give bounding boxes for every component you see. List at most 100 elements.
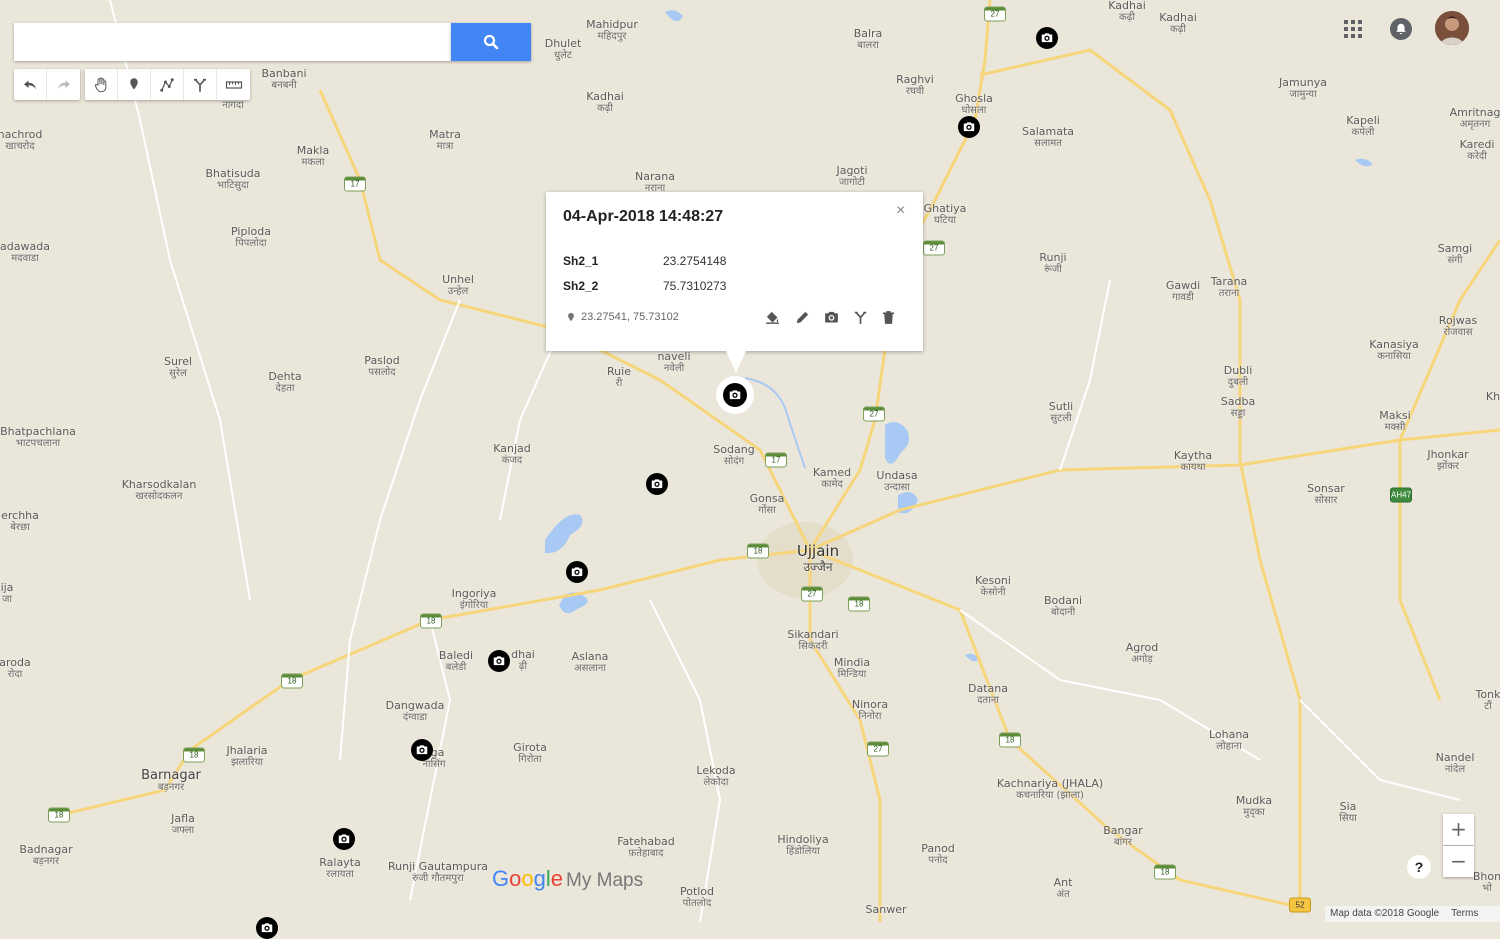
help-icon[interactable]: ? (1407, 855, 1431, 879)
zoom-in-button[interactable]: + (1443, 814, 1474, 845)
photo-marker[interactable] (333, 828, 355, 850)
search-input[interactable] (14, 23, 451, 61)
place-name: Ujjain (796, 542, 840, 560)
photo-marker[interactable] (256, 917, 278, 939)
directions-button[interactable] (850, 307, 870, 327)
edit-button[interactable] (792, 307, 812, 327)
highway-shield: 27 (863, 406, 885, 422)
measure-button[interactable] (217, 69, 250, 100)
place-name-hindi: कपेली (1351, 127, 1375, 138)
place-name: Hindoliya (777, 833, 829, 846)
place-name: Bhatpachlana (0, 425, 76, 438)
photo-marker[interactable] (646, 473, 668, 495)
search-button[interactable] (451, 23, 531, 61)
place-name-hindi: पोतलोद (682, 898, 712, 909)
place-name-hindi: नागदा (222, 100, 244, 111)
place-name: Jafla (171, 812, 195, 825)
highway-shield: 17 (765, 452, 787, 468)
place-name-hindi: कनासिया (1377, 351, 1411, 362)
zoom-out-button[interactable]: − (1443, 846, 1474, 877)
close-icon[interactable]: × (896, 202, 905, 220)
place-name-hindi: घोसला (961, 105, 987, 116)
place-name: Kachnariya (JHALA) (996, 777, 1104, 790)
place-name: Ruie (607, 365, 631, 378)
place-name-hindi: रूंजी (1044, 264, 1062, 275)
place-name: Mindia (833, 656, 871, 669)
place-name: Jhalaria (226, 744, 268, 757)
place-name-hindi: बांगर (1113, 837, 1133, 848)
draw-line-button[interactable] (151, 69, 184, 100)
place-name: Surel (163, 355, 193, 368)
place-label: Panod पनोद (921, 843, 955, 867)
place-name: Badnagar (19, 843, 73, 856)
place-name-hindi: गोंसा (758, 505, 776, 516)
place-name: Bodani (1043, 594, 1083, 607)
place-name-hindi: गिरोता (518, 754, 542, 765)
place-name: naveli (657, 350, 691, 363)
place-label: adawada मदवाडा (0, 241, 50, 265)
popup-title: 04-Apr-2018 14:48:27 (563, 208, 724, 225)
place-name: Amritnag (1449, 106, 1500, 119)
place-label: Ghatiya घटिया (924, 203, 967, 227)
pan-tool-button[interactable] (85, 69, 118, 100)
place-label: Lohana लोहाना (1209, 729, 1249, 753)
directions-icon (194, 78, 206, 92)
notifications-bell-icon[interactable] (1390, 18, 1412, 40)
trash-icon (882, 310, 894, 324)
place-name: Kadhai (586, 90, 624, 103)
photo-marker-selected[interactable] (723, 383, 747, 407)
place-name: Panod (921, 842, 955, 855)
place-name-hindi: संगी (1447, 255, 1463, 266)
coordinates-row: 23.27541, 75.73102 (566, 311, 679, 323)
place-name: Gonsa (749, 492, 785, 505)
place-label: Sodang सोदंग (713, 444, 754, 468)
place-label: Makla मकला (297, 145, 329, 169)
add-photo-button[interactable] (821, 307, 841, 327)
place-label: Mahidpur महिदपुर (586, 19, 638, 43)
place-label: Jamunya जामुन्या (1279, 77, 1327, 101)
highway-shield: 27 (867, 741, 889, 757)
add-marker-button[interactable] (118, 69, 151, 100)
highway-shield: 17 (344, 176, 366, 192)
place-name-hindi: हिंडोलिया (786, 846, 820, 857)
photo-marker[interactable] (958, 116, 980, 138)
place-name-hindi: मुद्का (1243, 807, 1265, 818)
place-name-hindi: सड्डा (1230, 408, 1246, 419)
undo-button[interactable] (14, 69, 47, 100)
delete-button[interactable] (878, 307, 898, 327)
place-label: aroda रोदा (0, 657, 31, 681)
place-name: Kanasiya (1369, 338, 1419, 351)
place-name: Bhon (1472, 870, 1500, 883)
logo-letter: o (521, 866, 534, 891)
place-name-hindi: रघवी (905, 86, 925, 97)
place-label: Undasa उन्दासा (876, 470, 917, 494)
attribution-text: Map data ©2018 Google (1330, 908, 1440, 919)
redo-button[interactable] (47, 69, 80, 100)
photo-marker[interactable] (411, 739, 433, 761)
terms-link[interactable]: Terms (1451, 908, 1478, 919)
place-name: Sodang (713, 443, 755, 456)
place-name: Runji (1039, 251, 1067, 264)
place-name: Kesoni (975, 574, 1011, 587)
highway-shield: 27 (984, 6, 1006, 22)
style-button[interactable] (762, 307, 782, 327)
apps-grid-icon[interactable] (1342, 18, 1364, 40)
place-name-hindi: अमृतनग (1459, 119, 1491, 130)
place-label: Kanasiya कनासिया (1369, 339, 1419, 363)
place-label: Unhel उन्हेल (442, 274, 474, 298)
place-name-hindi: बलेडी (445, 662, 467, 673)
photo-marker[interactable] (488, 650, 510, 672)
place-label: Girota गिरोता (513, 742, 547, 766)
place-name-hindi: बनबनी (271, 80, 297, 91)
photo-marker[interactable] (566, 561, 588, 583)
place-label: Runji Gautampura रुंजी गौतमपुरा (388, 861, 488, 885)
photo-marker[interactable] (1036, 27, 1058, 49)
place-name: Baledi (438, 649, 474, 662)
add-directions-button[interactable] (184, 69, 217, 100)
place-name-hindi: पसलोद (368, 367, 396, 378)
coordinates-text: 23.27541, 75.73102 (581, 311, 679, 323)
user-avatar[interactable] (1435, 11, 1469, 45)
place-label: Tonk टौं (1476, 689, 1500, 713)
highway-shield: 52 (1289, 897, 1311, 913)
place-name: Ant (1053, 876, 1073, 889)
